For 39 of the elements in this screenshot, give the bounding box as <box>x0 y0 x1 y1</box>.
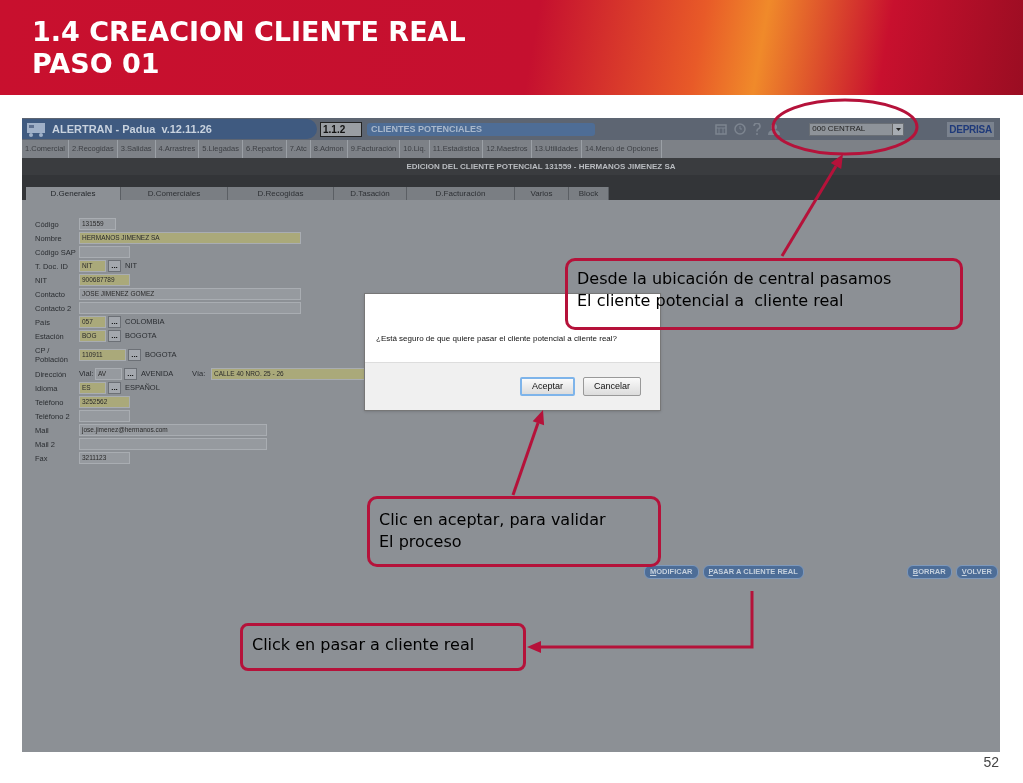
slide-title: PASO 01 <box>32 47 161 80</box>
tab[interactable]: Varios <box>515 187 569 200</box>
dialog-message: ¿Está seguro de que quiere pasar el cliente potencial a cliente real? <box>376 333 618 345</box>
tab[interactable]: D.Recogidas <box>228 187 334 200</box>
app-logo-icon <box>26 121 46 137</box>
callout-text: El proceso <box>379 531 463 553</box>
tab[interactable]: D.Comerciales <box>121 187 228 200</box>
lookup-button[interactable]: ... <box>108 382 121 394</box>
screen-name-bar: CLIENTES POTENCIALES <box>367 122 595 136</box>
lookup-button[interactable]: ... <box>128 348 141 361</box>
lookup-button[interactable]: ... <box>108 330 121 342</box>
edit-title: EDICION DEL CLIENTE POTENCIAL 131559 - HERMANOS JIMENEZ SA <box>405 162 676 172</box>
branch-dropdown[interactable]: 000 CENTRAL <box>809 122 905 136</box>
user-icon[interactable] <box>768 123 781 135</box>
dialog-button[interactable]: Aceptar <box>519 377 575 396</box>
lookup-button[interactable]: ... <box>108 316 121 328</box>
page-number: 52 <box>983 753 999 772</box>
tab[interactable]: Block <box>569 187 609 200</box>
caret-icon <box>892 123 904 135</box>
tab[interactable]: D.Tasación <box>334 187 407 200</box>
screen-code-field: 1.1.2 <box>320 121 362 137</box>
lookup-button[interactable]: ... <box>124 368 137 380</box>
text-field[interactable] <box>79 246 130 258</box>
text-field[interactable] <box>79 438 267 450</box>
callout-text: Clic en aceptar, para validar <box>379 509 607 531</box>
tab[interactable]: D.Generales <box>26 187 121 200</box>
text-field[interactable] <box>79 302 301 314</box>
callout-text: Click en pasar a cliente real <box>252 634 476 656</box>
text-field[interactable] <box>79 410 130 422</box>
help-icon[interactable] <box>753 123 762 135</box>
dialog-button[interactable]: Cancelar <box>582 377 641 396</box>
callout-text: Desde la ubicación de central pasamos <box>577 268 893 290</box>
tab[interactable]: D.Facturación <box>407 187 515 200</box>
slide-title: 1.4 CREACION CLIENTE REAL <box>32 15 467 48</box>
company-logo: DEPRISA <box>947 121 994 137</box>
calendar-icon[interactable] <box>715 123 728 135</box>
app-title: ALERTRAN - Padua v.12.11.26 <box>52 121 212 137</box>
lookup-button[interactable]: ... <box>108 260 121 272</box>
clock-icon[interactable] <box>734 123 747 135</box>
